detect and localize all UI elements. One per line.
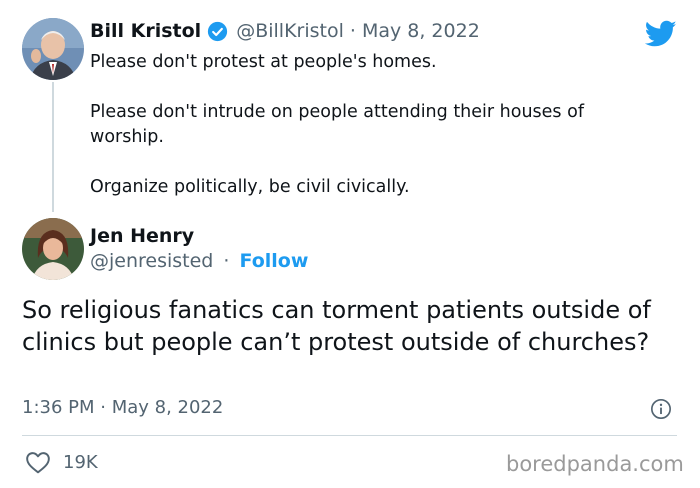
- reply-timestamp[interactable]: 1:36 PM · May 8, 2022: [22, 397, 223, 418]
- like-count: 19K: [63, 451, 98, 473]
- twitter-bird-icon[interactable]: [644, 20, 677, 48]
- reply-tweet-body: So religious fanatics can torment patien…: [22, 294, 672, 358]
- reply-separator-dot: ·: [223, 250, 230, 272]
- quoted-tweet-header: Bill Kristol @BillKristol · May 8, 2022: [90, 20, 480, 42]
- reply-handle-row: @jenresisted · Follow: [90, 250, 308, 272]
- quoted-paragraph-1: Please don't protest at people's homes.: [90, 52, 437, 72]
- separator-dot: ·: [349, 20, 356, 42]
- quoted-tweet-body: Please don't protest at people's homes. …: [90, 50, 650, 200]
- follow-button[interactable]: Follow: [240, 250, 309, 272]
- jen-henry-avatar[interactable]: [22, 218, 84, 280]
- divider: [22, 435, 677, 436]
- like-button[interactable]: 19K: [25, 450, 98, 474]
- verified-badge-icon: [207, 21, 228, 42]
- thread-connector-line: [52, 82, 54, 212]
- author-handle[interactable]: @BillKristol: [236, 20, 344, 42]
- reply-text: So religious fanatics can torment patien…: [22, 296, 651, 356]
- heart-icon: [25, 450, 51, 474]
- watermark: boredpanda.com: [506, 452, 684, 476]
- reply-author-handle[interactable]: @jenresisted: [90, 250, 213, 272]
- reply-author-name-row: Jen Henry: [90, 225, 194, 247]
- reply-author-name[interactable]: Jen Henry: [90, 225, 194, 247]
- quoted-paragraph-3: Organize politically, be civil civically…: [90, 177, 410, 197]
- author-name[interactable]: Bill Kristol: [90, 20, 201, 42]
- quoted-paragraph-2: Please don't intrude on people attending…: [90, 102, 584, 147]
- info-icon[interactable]: [650, 398, 672, 420]
- bill-kristol-avatar[interactable]: [22, 18, 84, 80]
- tweet-date[interactable]: May 8, 2022: [362, 20, 480, 42]
